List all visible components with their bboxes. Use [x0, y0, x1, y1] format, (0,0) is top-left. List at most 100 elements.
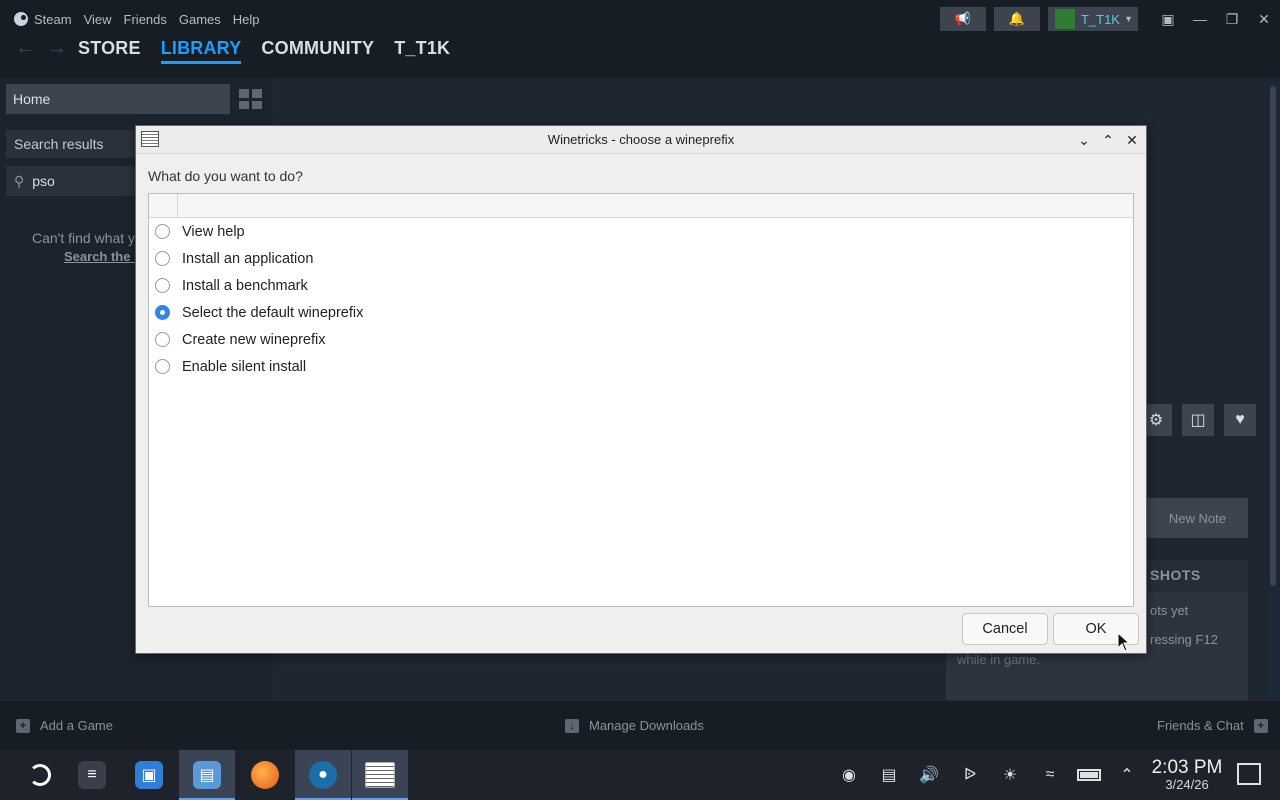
option-view-help[interactable]: View help [155, 218, 245, 245]
nav-community[interactable]: COMMUNITY [261, 38, 374, 59]
app-launcher-icon[interactable] [12, 750, 68, 800]
no-results-text: Can't find what y [32, 230, 136, 246]
search-value: pso [32, 173, 55, 189]
menu-label: Steam [34, 11, 72, 27]
steam-nav: ← → STORE LIBRARY COMMUNITY T_T1K [14, 36, 470, 64]
wifi-icon[interactable]: ≈ [1038, 763, 1062, 787]
manage-downloads-button[interactable]: ↓ Manage Downloads [565, 718, 704, 733]
brightness-icon[interactable]: ☀ [998, 763, 1022, 787]
option-install-benchmark[interactable]: Install a benchmark [155, 272, 308, 299]
friends-label: Friends & Chat [1157, 718, 1244, 733]
steam-menu-bar: Steam View Friends Games Help [14, 10, 272, 28]
system-settings-icon[interactable]: ≡ [64, 750, 120, 800]
close-icon[interactable]: ✕ [1248, 7, 1280, 31]
radio-button[interactable] [155, 278, 170, 293]
menu-label: Games [178, 11, 221, 27]
radio-button[interactable] [155, 332, 170, 347]
bell-icon[interactable]: 🔔 [994, 7, 1040, 31]
monitor-icon[interactable]: ▣ [1152, 7, 1184, 31]
user-menu-button[interactable]: T_T1K ▾ [1048, 7, 1138, 31]
option-create-new-prefix[interactable]: Create new wineprefix [155, 326, 325, 353]
winetricks-taskbar-icon[interactable] [352, 750, 408, 800]
bluetooth-icon[interactable]: ᐉ [958, 763, 982, 787]
option-select-default-prefix[interactable]: Select the default wineprefix [155, 299, 363, 326]
forward-arrow-icon[interactable]: → [46, 37, 68, 59]
clock-time[interactable]: 2:03 PM [1150, 757, 1224, 779]
menu-label: Help [232, 11, 260, 27]
battery-icon[interactable] [1077, 763, 1101, 787]
plus-icon: + [16, 718, 30, 733]
menu-games[interactable]: Games [179, 10, 233, 28]
menu-friends[interactable]: Friends [124, 10, 179, 28]
grid-view-icon[interactable] [234, 84, 264, 114]
minimize-icon[interactable]: ⌄ [1074, 130, 1094, 150]
steam-bottom-bar: + Add a Game ↓ Manage Downloads Friends & … [0, 700, 1280, 750]
new-note-button[interactable]: New Note [1130, 498, 1248, 538]
clock-date[interactable]: 3/24/26 [1150, 777, 1224, 792]
steam-tray-icon[interactable]: ◉ [837, 763, 861, 787]
menu-steam[interactable]: Steam [14, 10, 84, 28]
mouse-cursor-icon [1117, 632, 1131, 652]
radio-button[interactable] [155, 224, 170, 239]
add-game-button[interactable]: + Add a Game [16, 718, 113, 733]
nav-store[interactable]: STORE [78, 38, 141, 59]
avatar [1054, 9, 1075, 29]
dialog-titlebar[interactable]: Winetricks - choose a wineprefix ⌄ ⌃ ✕ [136, 126, 1146, 154]
options-list: View help Install an application Install… [148, 193, 1134, 607]
firefox-icon[interactable] [237, 750, 293, 800]
cancel-button[interactable]: Cancel [962, 613, 1048, 645]
taskbar: ≡ ▣ ▤ ● ◉ ▤ 🔊 ᐉ ☀ ≈ ⌃ [0, 750, 1280, 800]
friends-icon: + [1253, 718, 1268, 733]
controller-icon[interactable]: ◫ [1182, 404, 1214, 436]
option-label: Install a benchmark [182, 277, 308, 294]
option-install-application[interactable]: Install an application [155, 245, 313, 272]
discover-store-icon[interactable]: ▣ [121, 750, 177, 800]
search-store-link[interactable]: Search the s [64, 249, 141, 264]
menu-view[interactable]: View [84, 10, 124, 28]
radio-button[interactable] [155, 359, 170, 374]
sidebar-home[interactable]: Home [6, 84, 230, 114]
list-header [149, 194, 1133, 218]
chevron-down-icon: ▾ [1125, 13, 1132, 25]
option-label: Select the default wineprefix [182, 304, 364, 321]
maximize-icon[interactable]: ❐ [1216, 7, 1248, 31]
menu-label: Friends [123, 11, 167, 27]
dialog-question: What do you want to do? [148, 168, 303, 184]
search-icon: ⚲ [14, 172, 25, 189]
dialog-title: Winetricks - choose a wineprefix [547, 132, 735, 147]
option-label: Enable silent install [182, 358, 307, 375]
show-desktop-icon[interactable] [1237, 763, 1261, 785]
radio-button-selected[interactable] [155, 305, 170, 320]
chevron-up-icon[interactable]: ⌃ [1115, 763, 1139, 787]
close-icon[interactable]: ✕ [1122, 130, 1142, 150]
option-label: Install an application [182, 250, 314, 267]
screenshots-text-3: while in game. [957, 652, 1041, 667]
steam-titlebar-controls: 📢 🔔 T_T1K ▾ ▣ — ❐ ✕ [940, 6, 1280, 32]
clipboard-icon[interactable]: ▤ [877, 763, 901, 787]
downloads-label: Manage Downloads [589, 718, 704, 733]
option-label: Create new wineprefix [182, 331, 326, 348]
screenshots-text-2: ressing F12 [1150, 632, 1218, 647]
maximize-icon[interactable]: ⌃ [1098, 130, 1118, 150]
game-action-icons: ⚙ ◫ ♥ [1140, 404, 1256, 436]
add-game-label: Add a Game [40, 718, 113, 733]
volume-icon[interactable]: 🔊 [917, 763, 941, 787]
main-scrollbar[interactable] [1270, 86, 1276, 586]
radio-button[interactable] [155, 251, 170, 266]
megaphone-icon[interactable]: 📢 [940, 7, 986, 31]
nav-profile[interactable]: T_T1K [394, 38, 450, 59]
steam-icon [14, 12, 28, 26]
heart-icon[interactable]: ♥ [1224, 404, 1256, 436]
user-name: T_T1K [1080, 11, 1120, 27]
download-icon: ↓ [565, 718, 579, 733]
nav-library[interactable]: LIBRARY [160, 38, 242, 64]
file-manager-icon[interactable]: ▤ [179, 750, 235, 800]
menu-label: View [83, 11, 112, 27]
minimize-icon[interactable]: — [1184, 7, 1216, 31]
option-label: View help [182, 223, 245, 240]
back-arrow-icon[interactable]: ← [14, 37, 36, 59]
menu-help[interactable]: Help [233, 10, 272, 28]
steam-taskbar-icon[interactable]: ● [295, 750, 351, 800]
friends-chat-button[interactable]: Friends & Chat + [1157, 718, 1268, 733]
option-enable-silent-install[interactable]: Enable silent install [155, 353, 306, 380]
